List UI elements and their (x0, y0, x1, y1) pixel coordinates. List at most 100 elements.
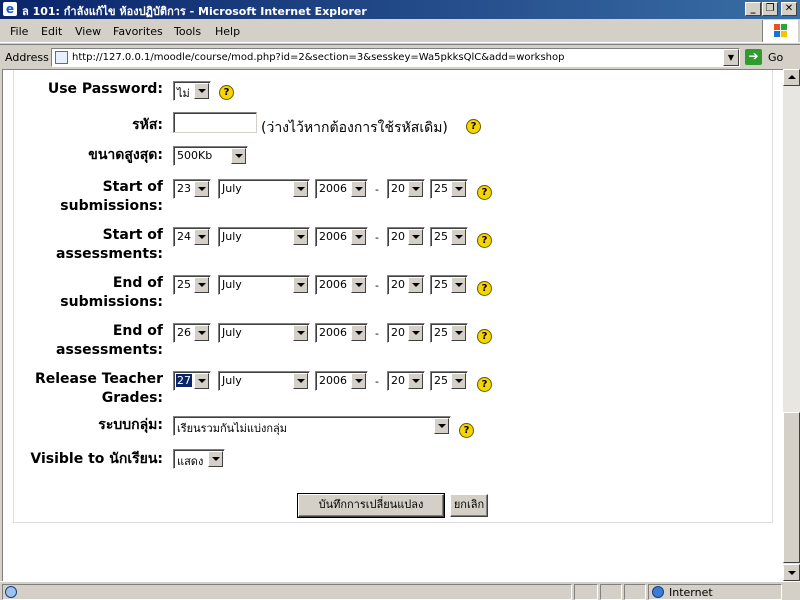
day-select[interactable]: 27 (173, 371, 211, 391)
group-mode-select[interactable]: เรียนรวมกันไม่แบ่งกลุ่ม (173, 416, 451, 436)
minute-select[interactable]: 25 (430, 227, 468, 247)
use-password-label: Use Password: (47, 81, 163, 97)
minute-select[interactable]: 25 (430, 275, 468, 295)
month-select[interactable]: July (218, 179, 310, 199)
hour-value: 20 (391, 230, 405, 243)
hour-value: 20 (391, 278, 405, 291)
menu-edit[interactable]: Edit (41, 25, 62, 38)
hour-select[interactable]: 20 (387, 371, 425, 391)
year-value: 2006 (319, 182, 347, 195)
use-password-select[interactable]: ไม่ (173, 81, 211, 101)
minute-value: 25 (434, 326, 448, 339)
day-select[interactable]: 23 (173, 179, 211, 199)
hour-select[interactable]: 20 (387, 323, 425, 343)
cancel-button[interactable]: ยกเลิก (450, 494, 488, 517)
save-button[interactable]: บันทึกการเปลี่ยนแปลง (297, 493, 445, 518)
year-select[interactable]: 2006 (315, 371, 368, 391)
menu-help[interactable]: Help (215, 25, 240, 38)
close-button[interactable]: ✕ (781, 2, 797, 16)
chevron-down-icon (451, 277, 466, 293)
minute-select[interactable]: 25 (430, 323, 468, 343)
menu-favorites[interactable]: Favorites (113, 25, 163, 38)
help-icon[interactable]: ? (219, 85, 234, 100)
max-size-select[interactable]: 500Kb (173, 146, 248, 166)
address-label: Address (5, 51, 49, 64)
day-value: 27 (176, 374, 192, 387)
day-value: 23 (177, 182, 191, 195)
status-panel (600, 584, 622, 600)
menu-tools[interactable]: Tools (174, 25, 201, 38)
scroll-up-button[interactable] (783, 69, 800, 86)
day-select[interactable]: 26 (173, 323, 211, 343)
year-select[interactable]: 2006 (315, 179, 368, 199)
date-label-line1: Start of (102, 179, 163, 195)
address-input[interactable]: http://127.0.0.1/moodle/course/mod.php?i… (51, 48, 740, 67)
vertical-scrollbar[interactable] (783, 69, 800, 581)
year-value: 2006 (319, 374, 347, 387)
date-label-line1: Release Teacher (34, 371, 163, 387)
chevron-down-icon (408, 373, 423, 389)
month-value: July (222, 230, 242, 243)
go-button[interactable]: ➔ Go (744, 48, 784, 67)
date-label-line2: submissions: (60, 198, 163, 214)
month-value: July (222, 278, 242, 291)
date-label-line2: submissions: (60, 294, 163, 310)
minute-select[interactable]: 25 (430, 371, 468, 391)
help-icon[interactable]: ? (477, 377, 492, 392)
chevron-down-icon (451, 181, 466, 197)
password-input[interactable] (173, 112, 257, 133)
use-password-value: ไม่ (177, 87, 190, 100)
scroll-down-button[interactable] (783, 564, 800, 581)
help-icon[interactable]: ? (477, 329, 492, 344)
help-icon[interactable]: ? (466, 119, 481, 134)
minute-select[interactable]: 25 (430, 179, 468, 199)
visible-select[interactable]: แสดง (173, 449, 225, 469)
month-select[interactable]: July (218, 371, 310, 391)
hour-select[interactable]: 20 (387, 179, 425, 199)
day-select[interactable]: 24 (173, 227, 211, 247)
chevron-down-icon (194, 325, 209, 341)
month-value: July (222, 326, 242, 339)
month-select[interactable]: July (218, 227, 310, 247)
hour-select[interactable]: 20 (387, 227, 425, 247)
window-title: ล 101: กำลังแก้ไข ห้องปฏิบัติการ - Micro… (22, 5, 367, 18)
menu-view[interactable]: View (75, 25, 101, 38)
year-select[interactable]: 2006 (315, 275, 368, 295)
help-icon[interactable]: ? (459, 423, 474, 438)
visible-value: แสดง (177, 455, 204, 468)
year-select[interactable]: 2006 (315, 227, 368, 247)
scroll-thumb[interactable] (783, 412, 800, 563)
restore-button[interactable]: ❐ (762, 2, 778, 16)
menu-file[interactable]: File (10, 25, 28, 38)
month-select[interactable]: July (218, 275, 310, 295)
status-panel (624, 584, 646, 600)
year-select[interactable]: 2006 (315, 323, 368, 343)
day-value: 26 (177, 326, 191, 339)
address-url: http://127.0.0.1/moodle/course/mod.php?i… (72, 52, 565, 63)
windows-logo (762, 20, 798, 42)
address-dropdown-button[interactable]: ▼ (723, 49, 739, 66)
chevron-down-icon (231, 148, 246, 164)
max-size-label: ขนาดสูงสุด: (88, 147, 163, 163)
go-label: Go (768, 51, 784, 64)
minute-value: 25 (434, 374, 448, 387)
go-arrow-icon: ➔ (745, 49, 762, 65)
minimize-button[interactable]: _ (745, 2, 761, 16)
year-value: 2006 (319, 326, 347, 339)
chevron-down-icon (451, 325, 466, 341)
hour-select[interactable]: 20 (387, 275, 425, 295)
ie-icon: e (3, 2, 17, 16)
chevron-down-icon (351, 373, 366, 389)
hour-value: 20 (391, 326, 405, 339)
chevron-down-icon (293, 325, 308, 341)
title-bar: e ล 101: กำลังแก้ไข ห้องปฏิบัติการ - Mic… (0, 0, 800, 19)
day-select[interactable]: 25 (173, 275, 211, 295)
help-icon[interactable]: ? (477, 185, 492, 200)
chevron-down-icon (194, 229, 209, 245)
windows-flag-icon (774, 24, 788, 38)
help-icon[interactable]: ? (477, 233, 492, 248)
chevron-down-icon (194, 181, 209, 197)
date-label-line2: assessments: (56, 342, 163, 358)
help-icon[interactable]: ? (477, 281, 492, 296)
month-select[interactable]: July (218, 323, 310, 343)
